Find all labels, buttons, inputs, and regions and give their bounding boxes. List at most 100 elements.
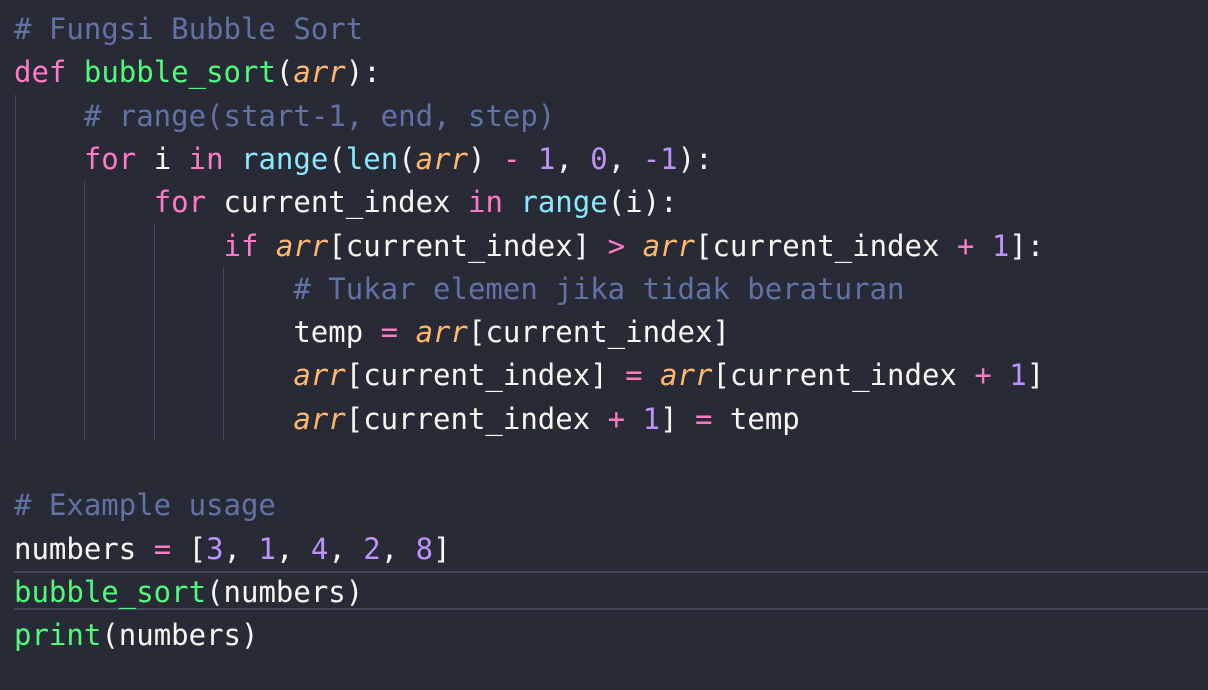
- code-line-13[interactable]: numbers = [3, 1, 4, 2, 8]: [14, 528, 451, 571]
- code-token: current_index: [206, 185, 468, 220]
- code-token: =: [625, 358, 643, 393]
- code-token: 3: [206, 531, 224, 566]
- code-token: -1: [642, 141, 678, 176]
- code-token: len: [345, 141, 399, 176]
- code-token: ,: [380, 531, 416, 566]
- code-token: arr: [660, 358, 713, 393]
- code-token: =: [694, 401, 713, 436]
- code-token: 1: [991, 228, 1010, 263]
- code-token: arr: [642, 228, 695, 263]
- code-token: ,: [275, 531, 311, 566]
- code-token: bubble_sort: [83, 55, 276, 90]
- code-token: ,: [607, 141, 643, 176]
- code-line-3[interactable]: # range(start-1, end, step): [14, 95, 555, 138]
- code-token: ]:: [1009, 228, 1045, 263]
- code-token: 0: [590, 141, 608, 176]
- code-token: [current_index]: [328, 228, 608, 263]
- code-line-10[interactable]: arr[current_index + 1] = temp: [14, 398, 800, 441]
- code-token: ): [468, 141, 503, 176]
- code-token: arr: [293, 55, 346, 90]
- code-token: ,: [223, 531, 259, 566]
- code-token: [current_index: [712, 358, 975, 393]
- code-token: bubble_sort: [14, 574, 207, 609]
- code-token: >: [607, 228, 626, 263]
- code-token: i: [136, 141, 189, 176]
- code-token: (: [328, 141, 346, 176]
- code-token: arr: [293, 401, 346, 436]
- code-line-6[interactable]: if arr[current_index] > arr[current_inde…: [14, 225, 1045, 268]
- code-token: ):: [345, 55, 381, 90]
- code-token: (numbers): [101, 618, 259, 653]
- code-token: 1: [1009, 358, 1027, 393]
- code-token: (i):: [607, 185, 678, 220]
- code-token: +: [607, 401, 626, 436]
- code-token: 4: [310, 531, 329, 566]
- code-token: def: [14, 55, 67, 90]
- code-token: temp: [14, 315, 381, 350]
- code-token: range: [520, 185, 608, 220]
- code-line-15[interactable]: print(numbers): [14, 614, 258, 657]
- code-line-8[interactable]: temp = arr[current_index]: [14, 311, 730, 354]
- code-token: 1: [642, 401, 661, 436]
- code-token: for: [153, 185, 207, 220]
- code-line-14[interactable]: bubble_sort(numbers): [14, 571, 363, 614]
- code-token: (numbers): [206, 574, 364, 609]
- code-line-9[interactable]: arr[current_index] = arr[current_index +…: [14, 354, 1044, 397]
- code-token: arr: [275, 228, 329, 263]
- code-token: (: [398, 141, 416, 176]
- code-token: [current_index]: [467, 315, 730, 350]
- code-line-12[interactable]: # Example usage: [14, 484, 276, 527]
- code-token: ]: [660, 401, 695, 436]
- code-token: [current_index: [694, 228, 957, 263]
- code-token: print: [14, 618, 102, 653]
- code-token: 1: [537, 141, 556, 176]
- code-token: # Tukar elemen jika tidak beraturan: [293, 271, 905, 306]
- code-token: =: [153, 531, 172, 566]
- code-token: 2: [363, 531, 381, 566]
- code-token: arr: [415, 315, 468, 350]
- code-token: 1: [258, 531, 276, 566]
- code-line-4[interactable]: for i in range(len(arr) - 1, 0, -1):: [14, 138, 713, 181]
- code-token: # Example usage: [14, 488, 276, 523]
- code-token: [: [171, 531, 207, 566]
- code-editor[interactable]: # Fungsi Bubble Sort def bubble_sort(arr)…: [0, 0, 1208, 690]
- code-token: # range(start-1, end, step): [83, 98, 556, 133]
- code-token: +: [956, 228, 975, 263]
- code-token: -: [502, 141, 521, 176]
- code-token: temp: [712, 401, 800, 436]
- code-token: in: [188, 141, 224, 176]
- code-token: arr: [415, 141, 469, 176]
- code-line-1[interactable]: # Fungsi Bubble Sort: [14, 8, 363, 51]
- code-token: ,: [328, 531, 364, 566]
- code-token: 8: [415, 531, 434, 566]
- code-token: [current_index: [345, 401, 608, 436]
- code-token: arr: [293, 358, 346, 393]
- code-token: ]: [433, 531, 451, 566]
- code-token: # Fungsi Bubble Sort: [14, 12, 364, 46]
- code-token: range: [241, 141, 329, 176]
- code-token: for: [83, 141, 137, 176]
- code-token: (: [275, 55, 294, 90]
- code-token: ,: [555, 141, 591, 176]
- code-token: ):: [677, 141, 713, 176]
- code-line-5[interactable]: for current_index in range(i):: [14, 181, 678, 224]
- code-line-7[interactable]: # Tukar elemen jika tidak beraturan: [14, 268, 904, 311]
- code-line-2[interactable]: def bubble_sort(arr):: [14, 51, 381, 94]
- code-token: +: [974, 358, 992, 393]
- code-token: [current_index]: [345, 358, 626, 393]
- code-token: =: [380, 315, 399, 350]
